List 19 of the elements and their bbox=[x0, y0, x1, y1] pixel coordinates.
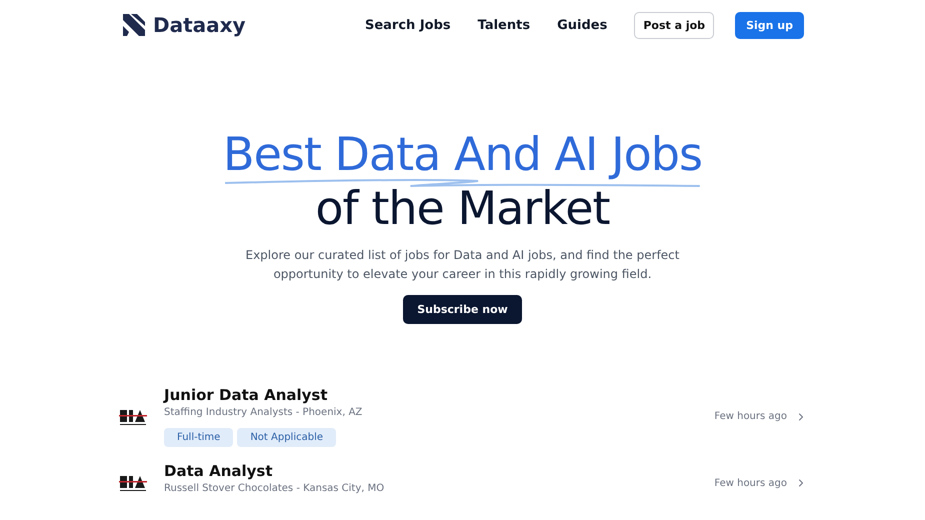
nav-link[interactable]: Talents bbox=[478, 18, 530, 32]
job-tag: Not Applicable bbox=[237, 428, 336, 447]
hero-title: of the Market bbox=[315, 184, 610, 232]
job-title[interactable]: Data Analyst bbox=[164, 462, 714, 480]
posted-time: Few hours ago bbox=[714, 411, 787, 422]
subscribe-button[interactable]: Subscribe now bbox=[403, 295, 522, 324]
hero-title: Best Data And AI Jobs bbox=[223, 128, 702, 180]
logo-text[interactable]: Dataaxy bbox=[153, 13, 246, 37]
hero-subtitle: Explore our curated list of jobs for Data and AI jobs, and find the perfect opportunity to elevate your career in this rapidly growing field. bbox=[244, 247, 680, 283]
job-tag: Full-time bbox=[164, 428, 234, 447]
logo-icon bbox=[121, 12, 147, 38]
job-title[interactable]: Junior Data Analyst bbox=[164, 386, 714, 404]
posted-time: Few hours ago bbox=[714, 478, 787, 488]
job-company: Staffing Industry Analysts - Phoenix, AZ bbox=[164, 407, 364, 418]
job-company: Russell Stover Chocolates - Kansas City, MO bbox=[164, 483, 386, 494]
sign-up-button[interactable]: Sign up bbox=[735, 12, 804, 38]
nav-link[interactable]: Guides bbox=[557, 18, 608, 32]
nav-link[interactable]: Search Jobs bbox=[364, 18, 451, 32]
post-job-button[interactable]: Post a job bbox=[634, 12, 714, 38]
